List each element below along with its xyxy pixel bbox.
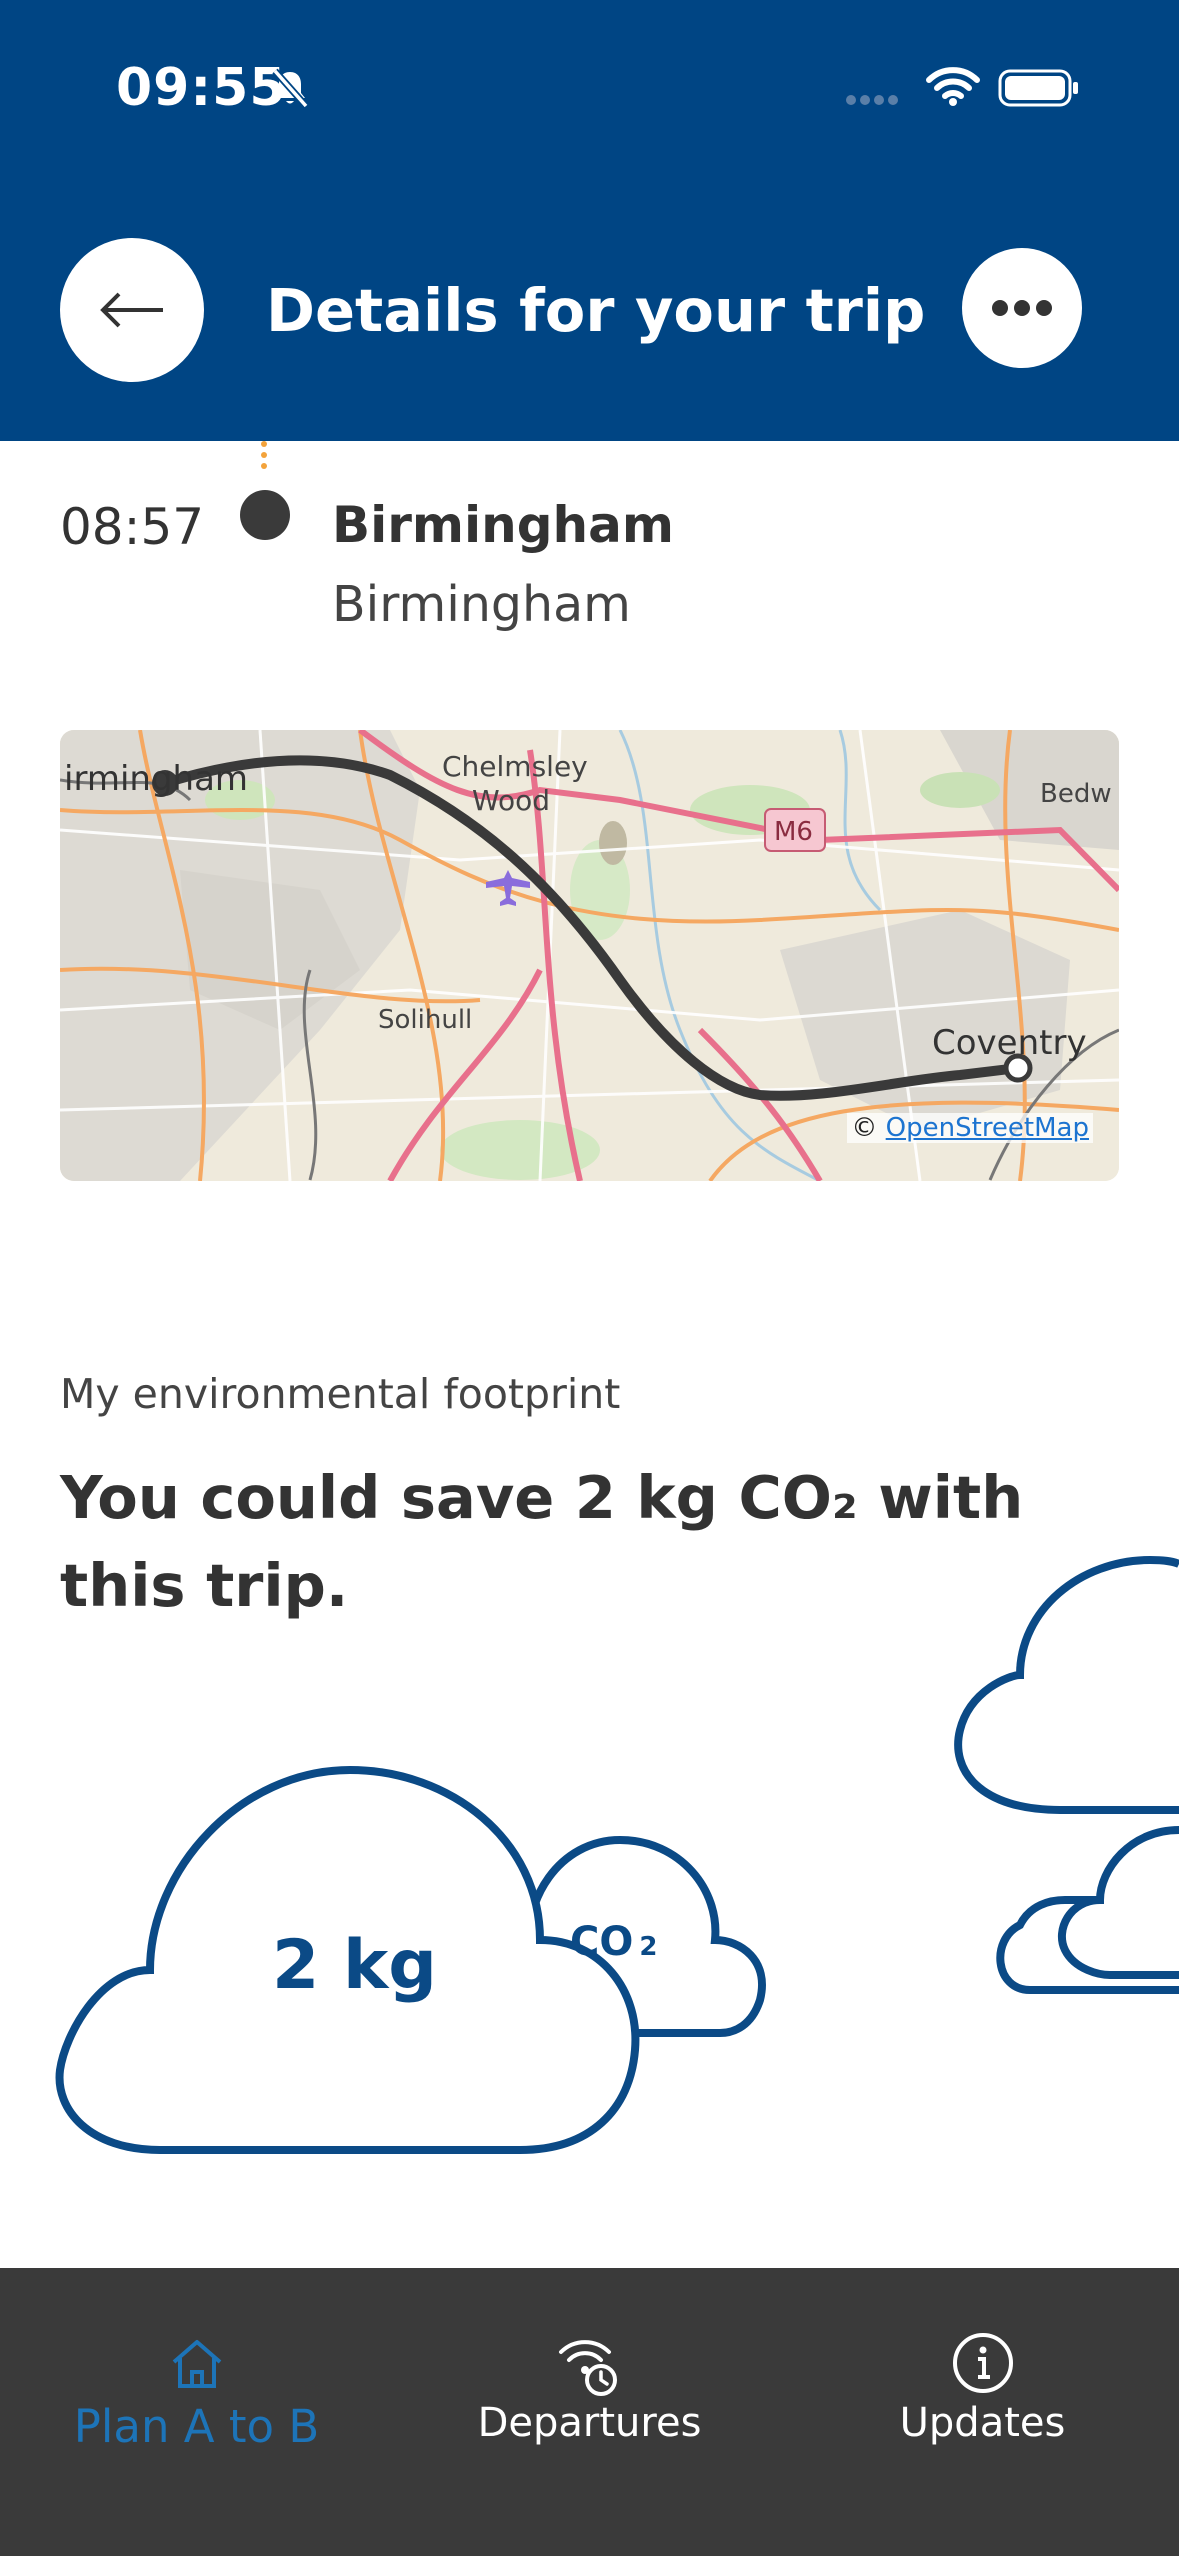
tab-departures[interactable]: Departures [393, 2268, 786, 2556]
map-label-m6: M6 [774, 817, 813, 847]
cloud-amount-label: 2 kg [272, 1926, 437, 2005]
cloud-gas-label: CO [570, 1919, 633, 1965]
map-label-chelmsley: Chelmsley [442, 750, 588, 783]
map-label-birmingham: irmingham [64, 759, 248, 799]
stop-name: Birmingham [332, 496, 674, 554]
map-label-wood: Wood [472, 784, 550, 817]
route-dotted-line [261, 441, 267, 469]
wifi-icon [926, 67, 980, 106]
openstreetmap-link[interactable]: OpenStreetMap [886, 1113, 1089, 1143]
back-button[interactable] [60, 238, 204, 382]
battery-icon [998, 69, 1078, 107]
route-map[interactable]: irmingham Chelmsley Wood Solihull Covent… [60, 730, 1119, 1181]
stop-time: 08:57 [60, 498, 205, 556]
stop-marker [240, 490, 290, 540]
map-attribution: © OpenStreetMap [847, 1113, 1093, 1143]
tab-plan-a-to-b[interactable]: Plan A to B [0, 2268, 393, 2556]
more-options-button[interactable] [962, 248, 1082, 368]
arrow-left-icon [100, 292, 163, 328]
co2-clouds-illustration: 2 kg CO 2 [55, 1555, 1179, 2154]
tab-updates[interactable]: Updates [786, 2268, 1179, 2556]
cloud-gas-subscript: 2 [639, 1932, 657, 1962]
environment-label: My environmental footprint [60, 1370, 621, 1418]
bell-muted-icon [272, 68, 309, 109]
stop-subtitle: Birmingham [332, 576, 631, 633]
info-icon [952, 2333, 1013, 2393]
map-label-coventry: Coventry [932, 1023, 1087, 1063]
tab-label-departures: Departures [477, 2400, 702, 2446]
map-label-solihull: Solihull [378, 1005, 472, 1035]
page-title: Details for your trip [266, 276, 926, 345]
app-header: 09:55 Details for your trip [0, 0, 1179, 441]
bottom-tab-bar: Plan A to B Departures Updates [0, 2268, 1179, 2556]
cellular-signal-icon [846, 95, 898, 105]
departures-icon [558, 2340, 617, 2396]
copyright-symbol: © [851, 1113, 878, 1143]
tab-label-updates: Updates [899, 2400, 1066, 2446]
tab-label-plan: Plan A to B [73, 2400, 320, 2453]
map-label-bedw: Bedw [1040, 779, 1112, 809]
home-icon [172, 2340, 221, 2388]
more-dots-icon [992, 300, 1052, 316]
status-time: 09:55 [116, 58, 287, 118]
